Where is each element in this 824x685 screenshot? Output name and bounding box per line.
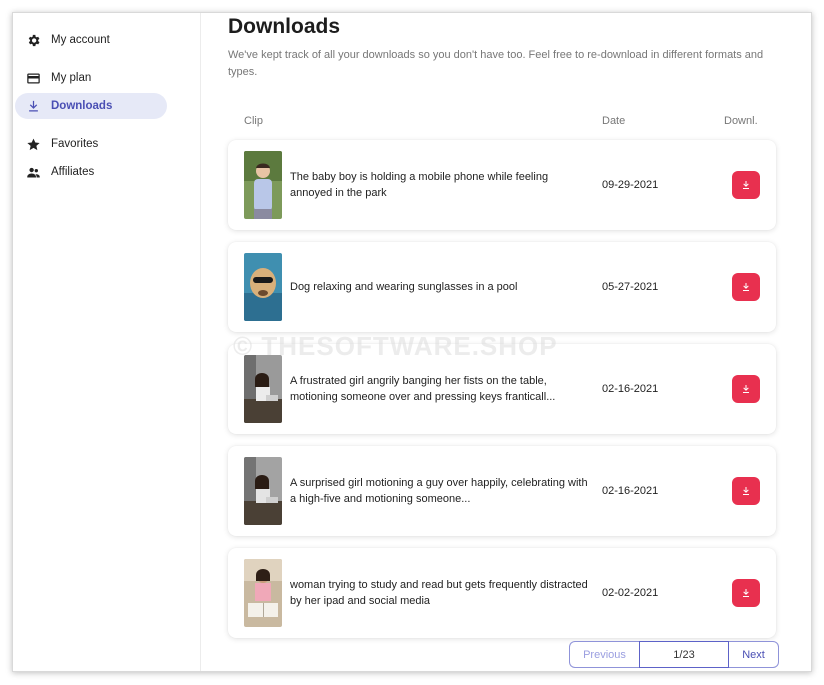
pagination: Previous 1/23 Next	[569, 641, 779, 668]
download-icon	[740, 179, 752, 191]
table-row[interactable]: woman trying to study and read but gets …	[228, 548, 776, 638]
table-row[interactable]: Dog relaxing and wearing sunglasses in a…	[228, 242, 776, 332]
sidebar: My account My plan Downloads Favorites A…	[13, 13, 201, 671]
sidebar-item-label: My account	[51, 34, 110, 46]
column-header-date: Date	[602, 115, 626, 127]
credit-card-icon	[25, 70, 41, 86]
sidebar-item-label: Affiliates	[51, 166, 95, 178]
download-date: 09-29-2021	[602, 179, 659, 191]
clip-title: The baby boy is holding a mobile phone w…	[290, 171, 549, 199]
people-icon	[25, 164, 41, 180]
sidebar-item-my-account[interactable]: My account	[15, 27, 167, 53]
download-date: 02-16-2021	[602, 485, 659, 497]
download-button[interactable]	[732, 171, 760, 199]
download-icon	[25, 98, 41, 114]
download-icon	[740, 587, 752, 599]
previous-page-button[interactable]: Previous	[569, 641, 639, 668]
table-row[interactable]: A frustrated girl angrily banging her fi…	[228, 344, 776, 434]
app-window: My account My plan Downloads Favorites A…	[12, 12, 812, 672]
clip-title: woman trying to study and read but gets …	[290, 579, 588, 607]
sidebar-item-label: My plan	[51, 72, 92, 84]
clip-thumbnail[interactable]	[244, 457, 282, 525]
clip-title: A frustrated girl angrily banging her fi…	[290, 375, 556, 403]
sidebar-item-label: Favorites	[51, 138, 99, 150]
next-page-button[interactable]: Next	[729, 641, 779, 668]
download-icon	[740, 383, 752, 395]
sidebar-item-affiliates[interactable]: Affiliates	[15, 159, 167, 185]
clip-thumbnail[interactable]	[244, 253, 282, 321]
main-content: Downloads We've kept track of all your d…	[202, 13, 811, 671]
download-date: 05-27-2021	[602, 281, 659, 293]
download-button[interactable]	[732, 477, 760, 505]
sidebar-item-downloads[interactable]: Downloads	[15, 93, 167, 119]
download-date: 02-16-2021	[602, 383, 659, 395]
column-header-clip: Clip	[244, 115, 263, 127]
download-icon	[740, 281, 752, 293]
page-subtitle: We've kept track of all your downloads s…	[228, 49, 764, 78]
download-icon	[740, 485, 752, 497]
download-date: 02-02-2021	[602, 587, 659, 599]
clip-thumbnail[interactable]	[244, 355, 282, 423]
clip-thumbnail[interactable]	[244, 559, 282, 627]
column-header-download: Downl.	[724, 115, 758, 127]
page-title: Downloads	[228, 15, 341, 38]
page-indicator: 1/23	[639, 641, 729, 668]
clip-title: Dog relaxing and wearing sunglasses in a…	[290, 281, 518, 293]
table-row[interactable]: The baby boy is holding a mobile phone w…	[228, 140, 776, 230]
download-button[interactable]	[732, 375, 760, 403]
clip-title: A surprised girl motioning a guy over ha…	[290, 477, 588, 505]
sidebar-item-label: Downloads	[51, 100, 113, 112]
sidebar-item-favorites[interactable]: Favorites	[15, 131, 167, 157]
gear-icon	[25, 32, 41, 48]
download-button[interactable]	[732, 273, 760, 301]
clip-thumbnail[interactable]	[244, 151, 282, 219]
sidebar-item-my-plan[interactable]: My plan	[15, 65, 167, 91]
star-icon	[25, 136, 41, 152]
download-button[interactable]	[732, 579, 760, 607]
table-row[interactable]: A surprised girl motioning a guy over ha…	[228, 446, 776, 536]
